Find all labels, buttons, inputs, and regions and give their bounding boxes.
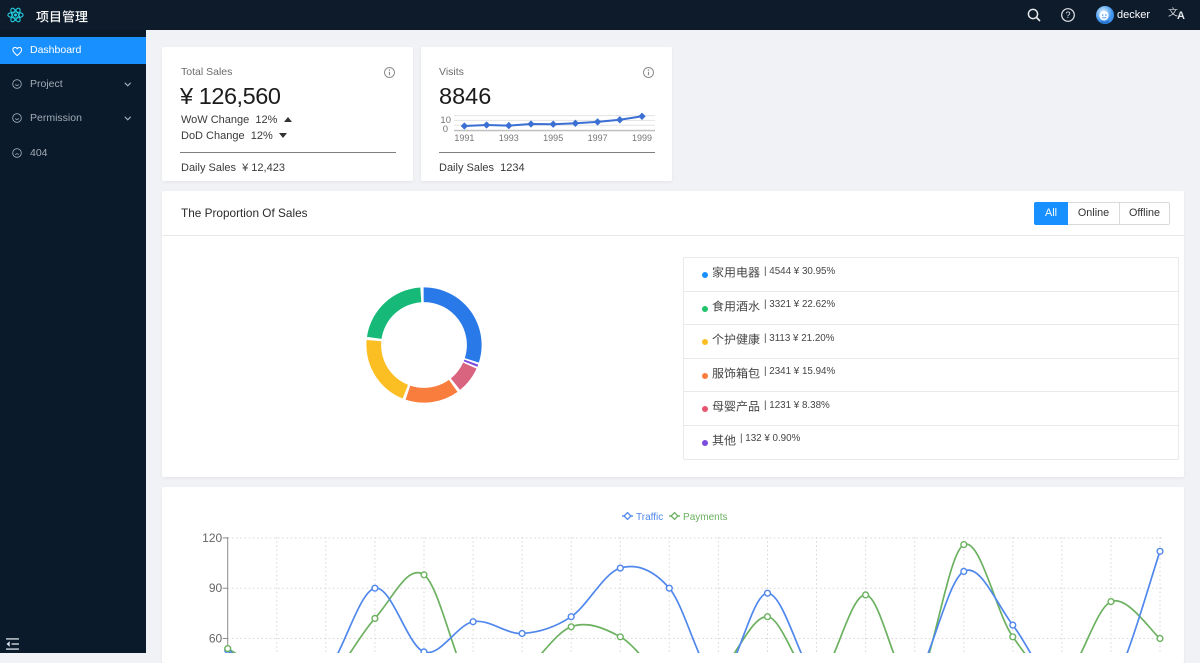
svg-text:?: ? — [1065, 10, 1070, 20]
svg-text:1999: 1999 — [632, 133, 652, 143]
svg-text:0: 0 — [443, 124, 448, 135]
svg-text:1997: 1997 — [588, 133, 608, 143]
svg-text:1995: 1995 — [543, 133, 563, 143]
svg-text:120: 120 — [202, 531, 222, 545]
svg-text:90: 90 — [209, 581, 223, 595]
svg-text:1993: 1993 — [499, 133, 519, 143]
svg-text:60: 60 — [209, 632, 223, 646]
svg-text:1991: 1991 — [454, 133, 474, 143]
